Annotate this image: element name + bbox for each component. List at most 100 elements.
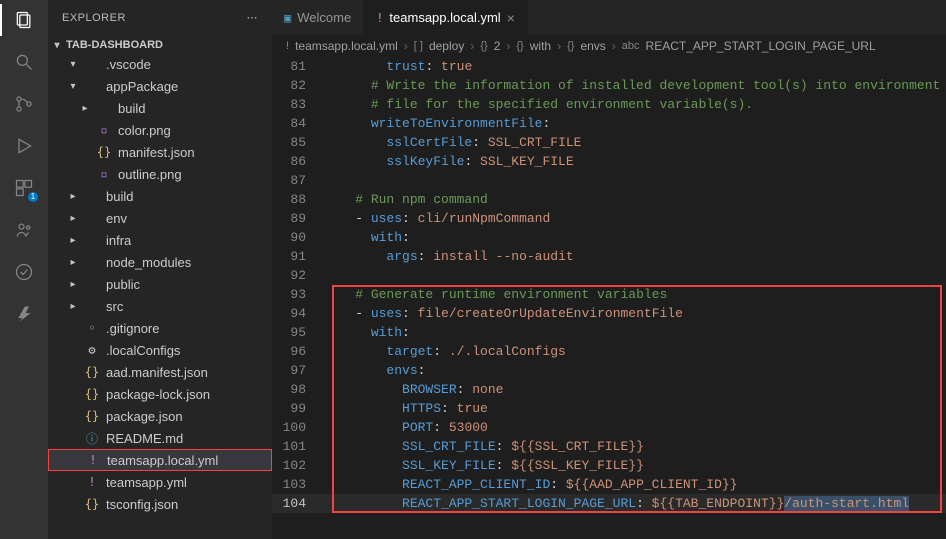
tree-item-teamsapp-local-yml[interactable]: !teamsapp.local.yml — [48, 449, 272, 471]
code-line[interactable]: 102 SSL_KEY_FILE: ${{SSL_KEY_FILE}} — [272, 456, 946, 475]
chevron-icon: ▾ — [68, 81, 78, 92]
line-number: 97 — [272, 361, 324, 380]
file-label: build — [118, 101, 145, 116]
tree-item-build[interactable]: ▸build — [48, 97, 272, 119]
code-line[interactable]: 88 # Run npm command — [272, 190, 946, 209]
line-number: 104 — [272, 494, 324, 513]
file-label: aad.manifest.json — [106, 365, 208, 380]
code-line[interactable]: 92 — [272, 266, 946, 285]
breadcrumb-separator: › — [404, 39, 408, 53]
code-line[interactable]: 85 sslCertFile: SSL_CRT_FILE — [272, 133, 946, 152]
breadcrumb-segment[interactable]: deploy — [429, 39, 464, 53]
file-label: package.json — [106, 409, 183, 424]
file-label: manifest.json — [118, 145, 195, 160]
tree-item--localconfigs[interactable]: ⚙.localConfigs — [48, 339, 272, 361]
tree-item-node-modules[interactable]: ▸node_modules — [48, 251, 272, 273]
code-content: # file for the specified environment var… — [324, 95, 946, 114]
search-icon[interactable] — [12, 50, 36, 74]
line-number: 89 — [272, 209, 324, 228]
file-icon: {} — [84, 365, 100, 379]
code-line[interactable]: 101 SSL_CRT_FILE: ${{SSL_CRT_FILE}} — [272, 437, 946, 456]
code-line[interactable]: 99 HTTPS: true — [272, 399, 946, 418]
breadcrumb-segment[interactable]: teamsapp.local.yml — [295, 39, 398, 53]
breadcrumb-segment[interactable]: REACT_APP_START_LOGIN_PAGE_URL — [646, 39, 876, 53]
breadcrumb-segment[interactable]: 2 — [494, 39, 501, 53]
code-editor[interactable]: 81 trust: true82 # Write the information… — [272, 57, 946, 539]
tab-teamsapp-local-yml[interactable]: !teamsapp.local.yml× — [364, 0, 528, 35]
line-number: 102 — [272, 456, 324, 475]
code-line[interactable]: 86 sslKeyFile: SSL_KEY_FILE — [272, 152, 946, 171]
code-line[interactable]: 103 REACT_APP_CLIENT_ID: ${{AAD_APP_CLIE… — [272, 475, 946, 494]
file-icon: {} — [84, 497, 100, 511]
code-content: SSL_CRT_FILE: ${{SSL_CRT_FILE}} — [324, 437, 946, 456]
tree-item-teamsapp-yml[interactable]: !teamsapp.yml — [48, 471, 272, 493]
tree-item-build[interactable]: ▸build — [48, 185, 272, 207]
code-line[interactable]: 87 — [272, 171, 946, 190]
breadcrumb-segment[interactable]: envs — [580, 39, 605, 53]
tree-item--gitignore[interactable]: ◦.gitignore — [48, 317, 272, 339]
file-label: package-lock.json — [106, 387, 210, 402]
line-number: 100 — [272, 418, 324, 437]
close-icon[interactable]: × — [507, 10, 515, 26]
code-content: REACT_APP_CLIENT_ID: ${{AAD_APP_CLIENT_I… — [324, 475, 946, 494]
file-label: public — [106, 277, 140, 292]
tree-item-outline-png[interactable]: ▫outline.png — [48, 163, 272, 185]
tree-item-public[interactable]: ▸public — [48, 273, 272, 295]
tree-item-package-json[interactable]: {}package.json — [48, 405, 272, 427]
more-icon[interactable]: ⋯ — [247, 11, 259, 24]
code-line[interactable]: 83 # file for the specified environment … — [272, 95, 946, 114]
code-line[interactable]: 95 with: — [272, 323, 946, 342]
tree-item-env[interactable]: ▸env — [48, 207, 272, 229]
code-line[interactable]: 97 envs: — [272, 361, 946, 380]
code-content: # Write the information of installed dev… — [324, 76, 946, 95]
code-line[interactable]: 84 writeToEnvironmentFile: — [272, 114, 946, 133]
code-line[interactable]: 96 target: ./.localConfigs — [272, 342, 946, 361]
source-control-icon[interactable] — [12, 92, 36, 116]
code-line[interactable]: 89 - uses: cli/runNpmCommand — [272, 209, 946, 228]
breadcrumb-separator: › — [470, 39, 474, 53]
run-debug-icon[interactable] — [12, 134, 36, 158]
azure-icon[interactable] — [12, 302, 36, 326]
code-line[interactable]: 104 REACT_APP_START_LOGIN_PAGE_URL: ${{T… — [272, 494, 946, 513]
activity-bar: 1 — [0, 0, 48, 539]
code-content: sslCertFile: SSL_CRT_FILE — [324, 133, 946, 152]
file-label: node_modules — [106, 255, 191, 270]
tree-item-src[interactable]: ▸src — [48, 295, 272, 317]
tree-item--vscode[interactable]: ▾.vscode — [48, 53, 272, 75]
code-line[interactable]: 82 # Write the information of installed … — [272, 76, 946, 95]
code-line[interactable]: 91 args: install --no-audit — [272, 247, 946, 266]
file-icon: ⓘ — [84, 430, 100, 447]
tree-item-tsconfig-json[interactable]: {}tsconfig.json — [48, 493, 272, 515]
code-line[interactable]: 94 - uses: file/createOrUpdateEnvironmen… — [272, 304, 946, 323]
code-line[interactable]: 98 BROWSER: none — [272, 380, 946, 399]
code-content: trust: true — [324, 57, 946, 76]
code-content: BROWSER: none — [324, 380, 946, 399]
explorer-icon[interactable] — [12, 8, 36, 32]
code-content: target: ./.localConfigs — [324, 342, 946, 361]
code-line[interactable]: 90 with: — [272, 228, 946, 247]
tree-item-color-png[interactable]: ▫color.png — [48, 119, 272, 141]
extensions-icon[interactable]: 1 — [12, 176, 36, 200]
code-line[interactable]: 81 trust: true — [272, 57, 946, 76]
tab-welcome[interactable]: ▣Welcome — [272, 0, 364, 35]
code-content: writeToEnvironmentFile: — [324, 114, 946, 133]
tree-item-package-lock-json[interactable]: {}package-lock.json — [48, 383, 272, 405]
tree-item-apppackage[interactable]: ▾appPackage — [48, 75, 272, 97]
breadcrumb-segment[interactable]: with — [530, 39, 551, 53]
code-content: sslKeyFile: SSL_KEY_FILE — [324, 152, 946, 171]
file-icon: ▫ — [96, 123, 112, 137]
code-line[interactable]: 93 # Generate runtime environment variab… — [272, 285, 946, 304]
code-line[interactable]: 100 PORT: 53000 — [272, 418, 946, 437]
tree-item-manifest-json[interactable]: {}manifest.json — [48, 141, 272, 163]
testing-icon[interactable] — [12, 260, 36, 284]
teams-icon[interactable] — [12, 218, 36, 242]
sidebar-title: EXPLORER — [62, 12, 126, 24]
folder-section-header[interactable]: ▾ TAB-DASHBOARD — [48, 37, 272, 53]
code-content: - uses: cli/runNpmCommand — [324, 209, 946, 228]
line-number: 87 — [272, 171, 324, 190]
breadcrumbs[interactable]: !teamsapp.local.yml›[ ]deploy›{}2›{}with… — [272, 35, 946, 57]
tree-item-aad-manifest-json[interactable]: {} aad.manifest.json — [48, 361, 272, 383]
tree-item-infra[interactable]: ▸infra — [48, 229, 272, 251]
line-number: 96 — [272, 342, 324, 361]
tree-item-readme-md[interactable]: ⓘREADME.md — [48, 427, 272, 449]
